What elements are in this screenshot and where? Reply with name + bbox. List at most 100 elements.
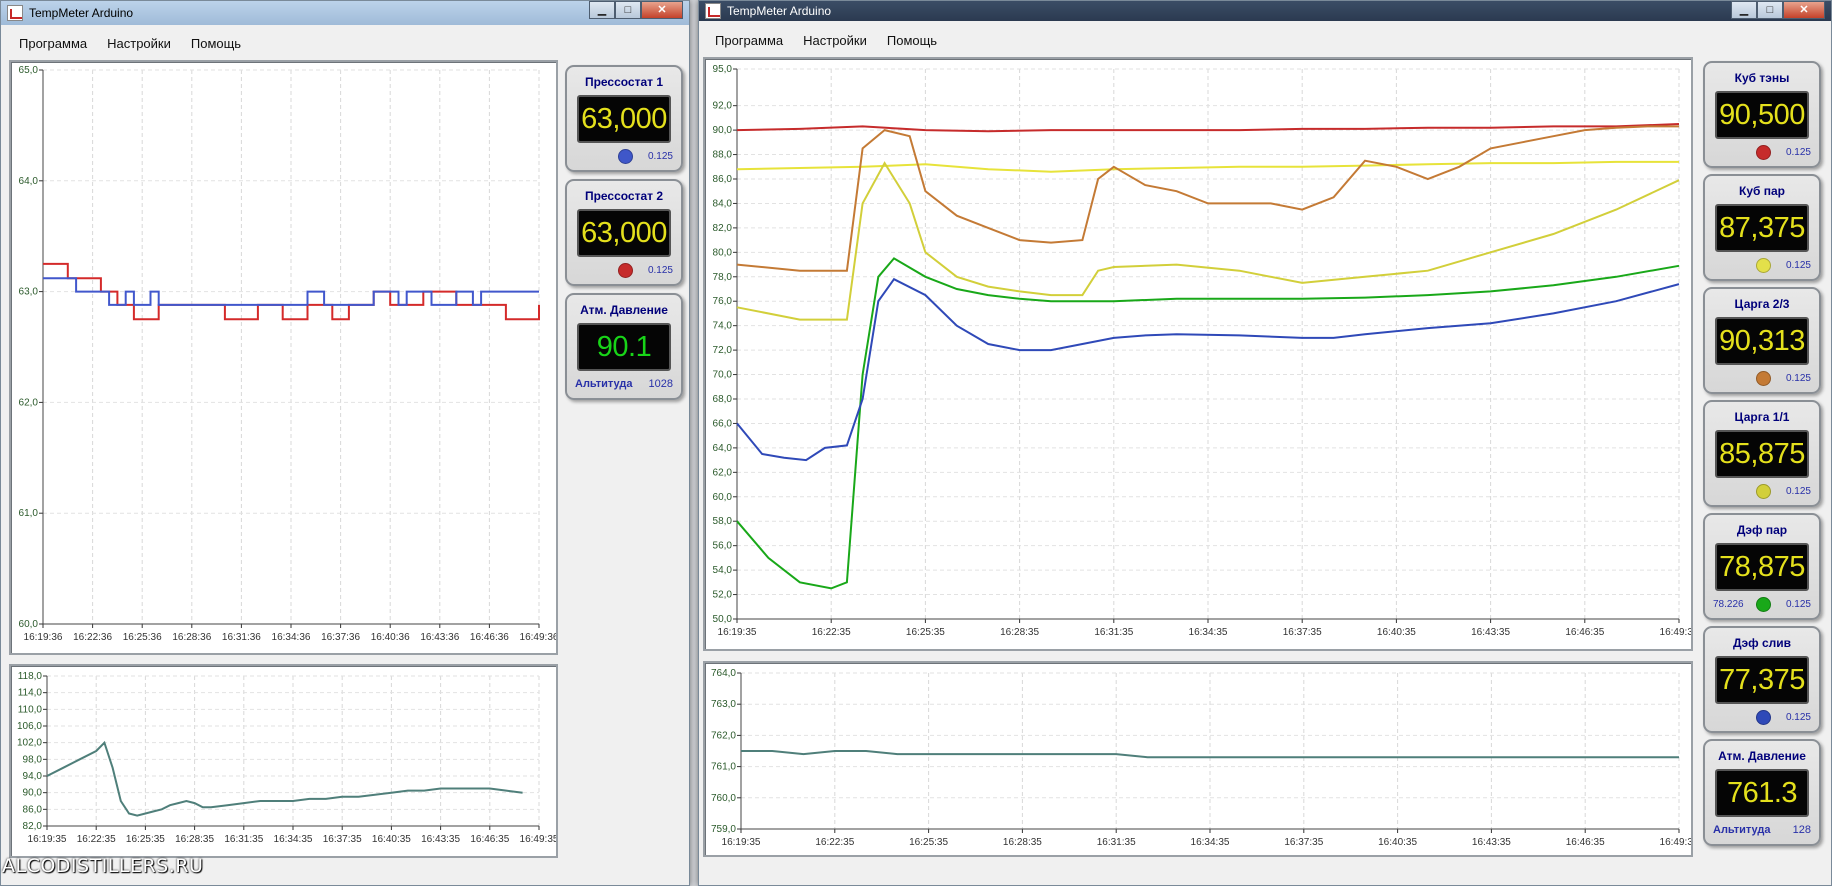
gauge-value: 63,000 (577, 209, 671, 257)
x-tick-label: 16:43:36 (420, 632, 459, 643)
y-tick-label: 95,0 (713, 64, 733, 75)
series-color-dot[interactable] (618, 263, 633, 278)
menu-settings[interactable]: Настройки (97, 36, 181, 51)
gauge-atm-pressure: Атм. Давление 90.1 Альтитуда 1028 (565, 293, 683, 400)
series-color-dot[interactable] (1756, 258, 1771, 273)
y-tick-label: 62,0 (19, 397, 39, 408)
menu-program[interactable]: Программа (705, 33, 793, 48)
y-tick-label: 759,0 (711, 824, 736, 835)
x-tick-label: 16:43:35 (421, 834, 460, 845)
y-tick-label: 65,0 (19, 65, 39, 76)
gauge-def-par: Дэф пар 78,875 78.226 0.125 (1703, 513, 1821, 620)
gauge-resolution: 0.125 (1785, 599, 1811, 610)
window-title: TempMeter Arduino (727, 4, 832, 18)
x-tick-label: 16:46:35 (1566, 837, 1605, 848)
minimize-button[interactable]: ▁ (1731, 1, 1757, 19)
x-tick-label: 16:46:36 (470, 632, 509, 643)
y-tick-label: 64,0 (19, 176, 39, 187)
right-titlebar[interactable]: TempMeter Arduino ▁ □ ✕ (699, 1, 1831, 21)
series-color-dot[interactable] (1756, 484, 1771, 499)
close-button[interactable]: ✕ (641, 1, 683, 19)
x-tick-label: 16:40:35 (372, 834, 411, 845)
x-tick-label: 16:43:35 (1472, 837, 1511, 848)
y-tick-label: 58,0 (713, 516, 733, 527)
menubar: Программа Настройки Помощь (9, 31, 681, 55)
x-tick-label: 16:31:36 (222, 632, 261, 643)
app-icon (7, 5, 23, 21)
x-tick-label: 16:49:35 (1660, 627, 1691, 638)
menu-help[interactable]: Помощь (181, 36, 251, 51)
y-tick-label: 63,0 (19, 287, 39, 298)
y-tick-label: 110,0 (18, 704, 43, 715)
series-color-dot[interactable] (1756, 710, 1771, 725)
gauge-atm-pressure: Атм. Давление 761.3 Альтитуда 128 (1703, 739, 1821, 846)
menu-help[interactable]: Помощь (877, 33, 947, 48)
x-tick-label: 16:37:35 (1283, 627, 1322, 638)
gauge-extra-value: 78.226 (1713, 599, 1744, 610)
gauge-resolution: 0.125 (1785, 260, 1811, 271)
gauge-value: 90,313 (1715, 317, 1809, 365)
series-color-dot[interactable] (1756, 145, 1771, 160)
x-tick-label: 16:28:35 (175, 834, 214, 845)
altitude-value: 1028 (648, 378, 673, 390)
maximize-button[interactable]: □ (1757, 1, 1783, 19)
gauge-label: Прессостат 2 (584, 189, 664, 203)
y-tick-label: 80,0 (713, 247, 733, 258)
gauge-pressostat-2: Прессостат 2 63,000 0.125 (565, 179, 683, 286)
x-tick-label: 16:25:35 (906, 627, 945, 638)
left-gauge-column: Прессостат 1 63,000 0.125 Прессостат 2 6… (561, 60, 687, 858)
right-window: TempMeter Arduino ▁ □ ✕ Программа Настро… (698, 0, 1832, 886)
y-tick-label: 763,0 (711, 699, 736, 710)
y-tick-label: 54,0 (713, 565, 733, 576)
x-tick-label: 16:19:35 (722, 837, 761, 848)
x-tick-label: 16:22:36 (73, 632, 112, 643)
series-color-dot[interactable] (1756, 597, 1771, 612)
left-titlebar[interactable]: TempMeter Arduino ▁ □ ✕ (1, 1, 689, 25)
minimize-button[interactable]: ▁ (589, 1, 615, 19)
y-tick-label: 82,0 (713, 223, 733, 234)
y-tick-label: 56,0 (713, 541, 733, 552)
gauge-kub-teny: Куб тэны 90,500 0.125 (1703, 61, 1821, 168)
y-tick-label: 52,0 (713, 590, 733, 601)
gauge-value: 90.1 (577, 323, 671, 371)
x-tick-label: 16:49:35 (520, 834, 556, 845)
x-tick-label: 16:37:36 (321, 632, 360, 643)
gauge-value: 78,875 (1715, 543, 1809, 591)
y-tick-label: 92,0 (713, 101, 733, 112)
y-tick-label: 76,0 (713, 296, 733, 307)
y-tick-label: 106,0 (17, 721, 42, 732)
x-tick-label: 16:40:36 (371, 632, 410, 643)
gauge-label: Царга 2/3 (1734, 297, 1790, 311)
gauge-pressostat-1: Прессостат 1 63,000 0.125 (565, 65, 683, 172)
x-tick-label: 16:28:35 (1000, 627, 1039, 638)
y-tick-label: 60,0 (19, 619, 39, 630)
maximize-button[interactable]: □ (615, 1, 641, 19)
gauge-label: Царга 1/1 (1734, 410, 1790, 424)
right-small-chart: 16:19:35 16:22:35 16:25:35 16:28:35 16:31:35… (703, 661, 1693, 857)
gauge-label: Дэф пар (1736, 523, 1788, 537)
gauge-label: Куб тэны (1734, 71, 1790, 85)
gauge-label: Куб пар (1739, 184, 1785, 198)
x-tick-label: 16:40:35 (1378, 837, 1417, 848)
y-tick-label: 98,0 (23, 754, 43, 765)
series-color-dot[interactable] (618, 149, 633, 164)
gauge-resolution: 0.125 (647, 265, 673, 276)
x-tick-label: 16:19:36 (24, 632, 63, 643)
menu-program[interactable]: Программа (9, 36, 97, 51)
x-tick-label: 16:31:35 (224, 834, 263, 845)
left-window: TempMeter Arduino ▁ □ ✕ Программа Настро… (0, 0, 690, 886)
close-button[interactable]: ✕ (1783, 1, 1825, 19)
gauge-value: 77,375 (1715, 656, 1809, 704)
gauge-kub-par: Куб пар 87,375 0.125 (1703, 174, 1821, 281)
gauge-def-sliv: Дэф слив 77,375 0.125 (1703, 626, 1821, 733)
series-color-dot[interactable] (1756, 371, 1771, 386)
altitude-label: Альтитуда (575, 378, 633, 390)
x-tick-label: 16:25:35 (909, 837, 948, 848)
y-tick-label: 60,0 (713, 492, 733, 503)
x-tick-label: 16:22:35 (812, 627, 851, 638)
app-icon (705, 3, 721, 19)
gauge-tsarga-1-1: Царга 1/1 85,875 0.125 (1703, 400, 1821, 507)
menu-settings[interactable]: Настройки (793, 33, 877, 48)
y-tick-label: 764,0 (711, 668, 736, 679)
gauge-resolution: 0.125 (1785, 712, 1811, 723)
